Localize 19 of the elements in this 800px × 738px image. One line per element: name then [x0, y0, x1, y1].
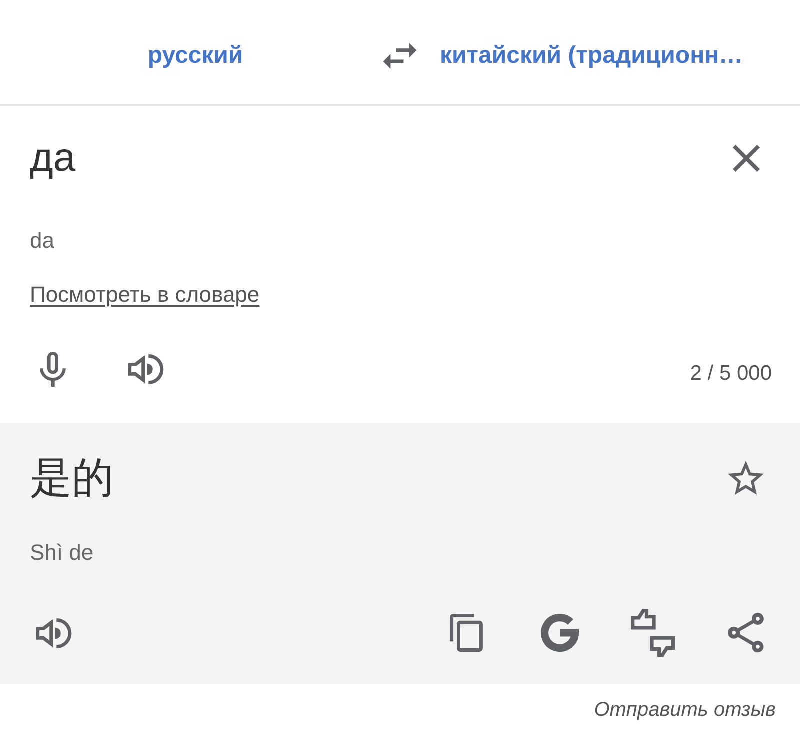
transliteration: da	[30, 228, 54, 254]
target-language[interactable]: китайский (традиционн…	[440, 42, 744, 70]
source-text: да	[30, 135, 77, 182]
dictionary-link[interactable]: Посмотреть в словаре	[30, 282, 260, 308]
thumbs-up-down-icon[interactable]	[628, 609, 678, 657]
close-icon[interactable]	[733, 144, 760, 172]
copy-icon[interactable]	[450, 614, 483, 652]
star-icon[interactable]	[728, 461, 764, 495]
google-logo-icon[interactable]	[541, 614, 579, 652]
share-icon[interactable]	[728, 613, 764, 653]
source-language[interactable]: русский	[148, 42, 244, 70]
feedback-link[interactable]: Отправить отзыв	[594, 698, 776, 722]
translation-text: 是的	[30, 453, 115, 503]
speaker-icon[interactable]	[36, 616, 72, 650]
speaker-icon[interactable]	[128, 353, 164, 386]
character-count: 2 / 5 000	[690, 360, 772, 386]
transliteration: Shì de	[30, 540, 94, 566]
swap-icon[interactable]	[383, 43, 417, 69]
microphone-icon[interactable]	[40, 352, 66, 387]
